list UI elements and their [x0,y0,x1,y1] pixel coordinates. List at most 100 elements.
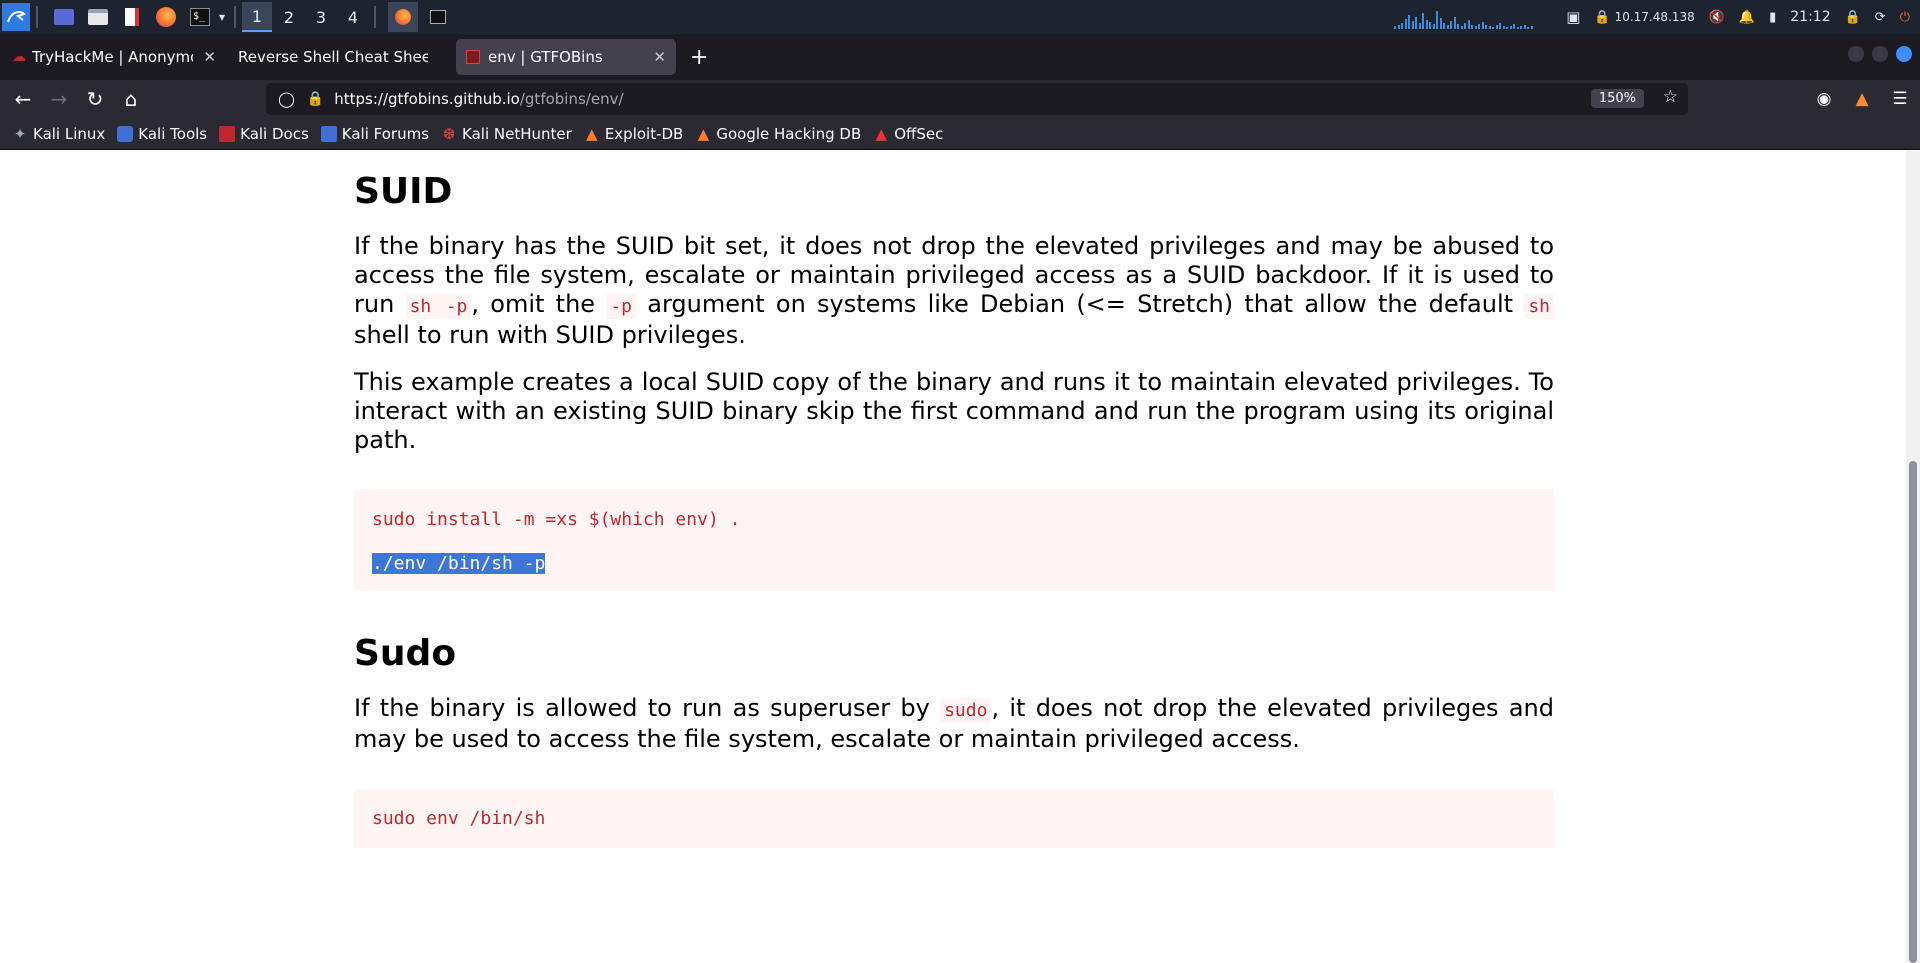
tab-tryhackme[interactable]: ☁ TryHackMe | Anonymous ✕ [2,39,226,75]
kali-docs-icon [219,125,236,142]
system-tray: ▣ 🔒 10.17.48.138 🔇 🔔 ▮ 21:12 🔒 ⟳ ⏻ [1394,0,1920,34]
bookmark-google-hacking-db[interactable]: ▲ Google Hacking DB [695,124,862,143]
reload-button[interactable]: ↻ [78,82,112,116]
close-icon[interactable]: ✕ [653,48,666,66]
lock-icon[interactable]: 🔒 [307,91,324,107]
bookmark-kali-linux[interactable]: ✦ Kali Linux [12,124,106,143]
network-icon[interactable]: 🔒 10.17.48.138 [1594,10,1694,25]
monitor-icon[interactable]: ▣ [1566,8,1580,26]
selected-code-text[interactable]: ./env /bin/sh -p [372,553,546,574]
url-host: https://gtfobins.github.io [334,90,520,108]
battery-icon[interactable]: ▮ [1769,10,1776,25]
text-editor-icon[interactable] [118,3,146,31]
cpu-graph-bar [1523,25,1526,29]
kali-menu-icon[interactable] [2,3,30,31]
suid-code-block[interactable]: sudo install -m =xs $(which env) . ./env… [354,489,1554,591]
firefox-window-icon[interactable] [388,2,418,32]
close-window-button[interactable] [1896,46,1912,62]
article: SUID If the binary has the SUID bit set,… [354,171,1555,848]
toolbar-actions: ◉ ▲ ☰ [1812,82,1912,116]
firefox-icon[interactable] [152,3,180,31]
taskbar-separator [374,6,376,28]
page-scrollbar[interactable] [1906,151,1920,963]
taskbar-separator [234,6,236,28]
text: shell to run with SUID privileges. [354,321,746,349]
refresh-icon[interactable]: ⟳ [1875,10,1886,25]
extension-icon[interactable]: ▲ [1850,89,1874,109]
cpu-graph-bar [1439,18,1442,29]
cpu-graph-bar [1488,26,1491,29]
window-controls [1848,46,1912,62]
bookmark-label: Google Hacking DB [716,124,862,143]
desktop-icon[interactable] [50,3,78,31]
bookmark-kali-nethunter[interactable]: ❆ Kali NetHunter [441,125,572,143]
cpu-graph-bar [1425,20,1428,29]
workspace-2[interactable]: 2 [274,2,304,32]
maximize-button[interactable] [1872,46,1888,62]
bookmark-star-icon[interactable]: ☆ [1663,87,1678,107]
cpu-graph-bar [1432,24,1435,29]
exploit-db-icon: ▲ [586,124,598,143]
mute-icon[interactable]: 🔇 [1709,10,1725,25]
bookmark-kali-docs[interactable]: Kali Docs [219,125,309,143]
chevron-down-icon[interactable]: ▾ [216,3,228,31]
section-heading-sudo: Sudo [354,633,457,674]
cpu-graph-bar [1520,26,1523,29]
scrollbar-thumb[interactable] [1909,461,1917,963]
bookmark-label: Kali Linux [33,124,106,143]
cpu-graph-bar [1506,27,1509,29]
suid-paragraph-1: If the binary has the SUID bit set, it d… [354,232,1555,350]
kali-dragon-icon: ✦ [13,124,27,143]
cpu-graph-bar [1516,27,1519,29]
bookmark-exploit-db[interactable]: ▲ Exploit-DB [584,124,683,143]
terminal-window-icon[interactable] [424,3,452,31]
clock[interactable]: 21:12 [1790,9,1830,25]
bookmark-label: OffSec [894,124,944,143]
page-viewport[interactable]: SUID If the binary has the SUID bit set,… [0,151,1906,963]
bookmark-kali-forums[interactable]: Kali Forums [320,124,430,143]
cpu-graph-bar [1443,23,1446,29]
bookmark-offsec[interactable]: ▲ OffSec [873,125,943,143]
tab-reverse-shell[interactable]: Reverse Shell Cheat Sheet | p [228,39,450,75]
url-bar[interactable]: ◯ 🔒 https://gtfobins.github.io/gtfobins/… [266,83,1688,115]
terminal-icon[interactable]: $_ [186,3,214,31]
cpu-graph-bar [1464,23,1467,29]
forward-button[interactable]: → [42,82,76,116]
zoom-level[interactable]: 150% [1590,89,1644,108]
cpu-graph-bar [1474,26,1477,29]
close-icon[interactable]: ✕ [203,48,216,66]
bookmark-kali-tools[interactable]: Kali Tools [117,125,207,143]
bookmark-label: Kali Forums [341,124,430,143]
home-button[interactable]: ⌂ [114,82,148,116]
bell-icon[interactable]: 🔔 [1739,10,1755,25]
tryhackme-favicon-icon: ☁ [12,49,26,65]
cpu-graph-bar [1429,22,1432,29]
power-icon[interactable]: ⏻ [1900,10,1910,25]
bookmark-label: Kali Tools [138,124,208,143]
workspace-1[interactable]: 1 [242,2,272,32]
cpu-graph-bar [1485,25,1488,29]
back-button[interactable]: ← [6,82,40,116]
minimize-button[interactable] [1848,46,1864,62]
tab-gtfobins[interactable]: env | GTFOBins ✕ [456,39,676,75]
code-line: sudo env /bin/sh [372,808,546,829]
code-line: ./env /bin/sh -p [372,553,1536,575]
sudo-code-block[interactable]: sudo env /bin/sh [354,790,1554,848]
new-tab-button[interactable]: + [690,45,708,70]
url-path: /gtfobins/env/ [519,90,624,108]
shield-icon[interactable]: ◯ [278,90,295,108]
cpu-graph-bar [1513,24,1516,29]
cpu-graph-bar [1408,15,1411,29]
pocket-icon[interactable]: ◉ [1812,89,1836,109]
lock-screen-icon[interactable]: 🔒 [1845,10,1861,25]
tab-title: env | GTFOBins [488,48,603,66]
ip-address: 10.17.48.138 [1614,10,1695,24]
file-manager-icon[interactable] [84,3,112,31]
vpn-lock-icon: 🔒 [1594,9,1611,25]
cpu-graph-bar [1509,26,1512,29]
cpu-graph-bar [1499,23,1502,29]
workspace-4[interactable]: 4 [338,2,368,32]
cpu-graph-bar [1397,25,1400,29]
menu-icon[interactable]: ☰ [1888,89,1912,109]
workspace-3[interactable]: 3 [306,2,336,32]
